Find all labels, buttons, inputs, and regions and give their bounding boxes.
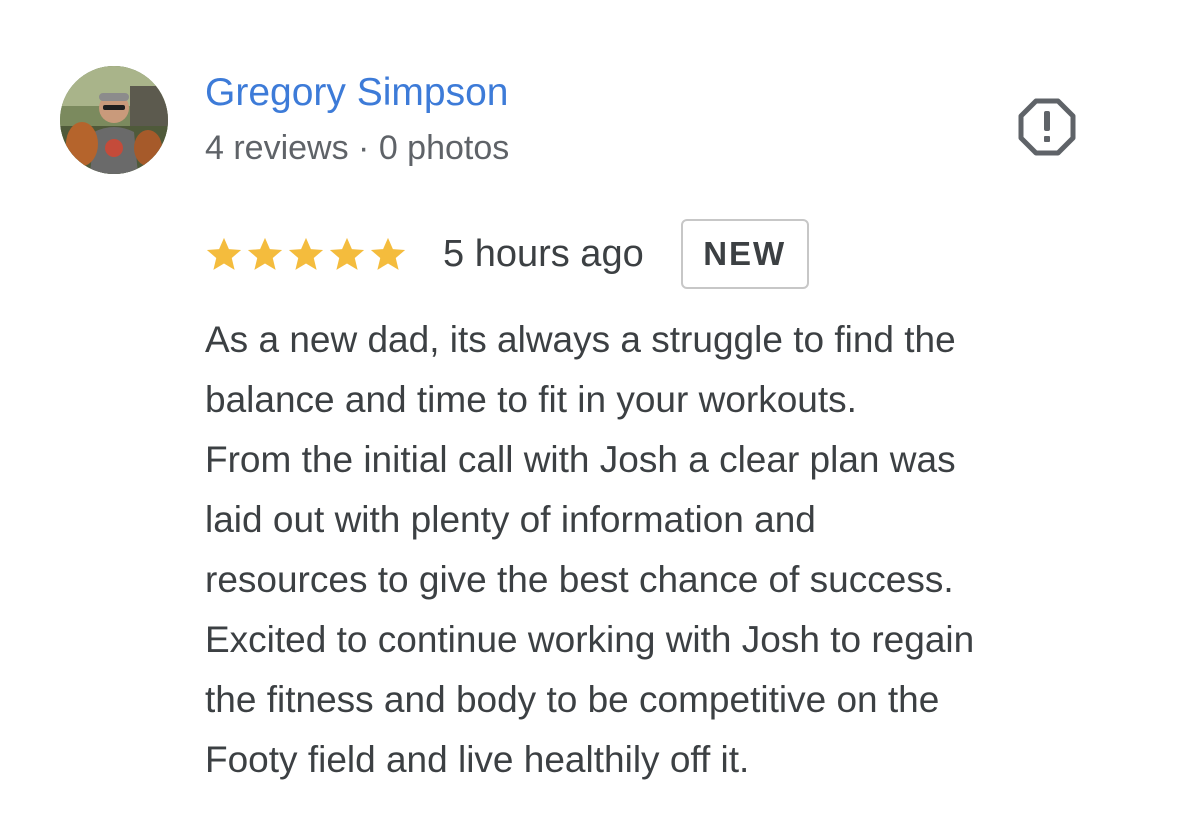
review-line: balance and time to fit in your workouts… [205,379,857,420]
reviewer-name[interactable]: Gregory Simpson [205,70,508,116]
review-line: resources to give the best chance of suc… [205,559,954,600]
avatar-photo [60,66,168,174]
star-icon [329,237,365,270]
review-line: Excited to continue working with Josh to… [205,619,975,660]
review-line: laid out with plenty of information and [205,499,816,540]
star-icon [370,237,406,270]
review-line: the fitness and body to be competitive o… [205,679,940,720]
reviewer-meta: 4 reviews · 0 photos [205,129,510,167]
new-badge: NEW [680,219,809,289]
star-rating [205,235,410,273]
star-icon [247,237,283,270]
report-icon[interactable] [1018,98,1076,156]
reviewer-avatar[interactable] [60,66,168,174]
review-line: From the initial call with Josh a clear … [205,439,956,480]
review-time: 5 hours ago [443,232,644,275]
review-line: As a new dad, its always a struggle to f… [205,319,956,360]
rating-row: 5 hours ago NEW [205,218,809,290]
review-text: As a new dad, its always a struggle to f… [205,310,1155,790]
star-icon [206,237,242,270]
star-icon [288,237,324,270]
review-line: Footy field and live healthily off it. [205,739,750,780]
